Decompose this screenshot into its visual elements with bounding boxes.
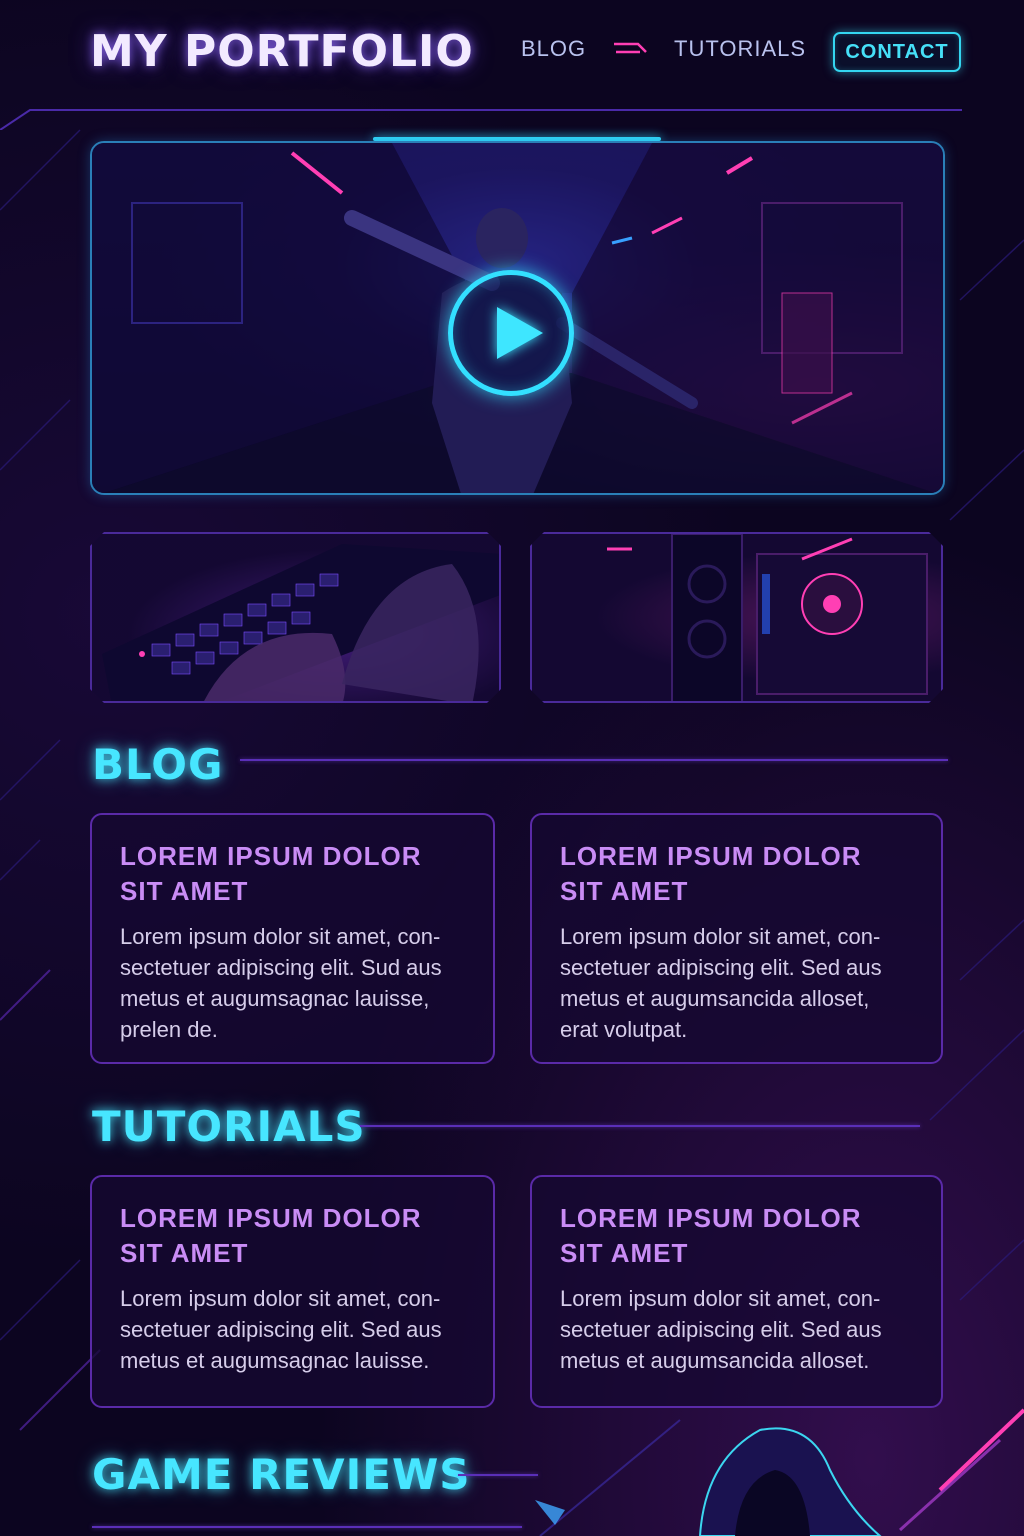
card-title[interactable]: LOREM IPSUM DOLOR SIT AMET xyxy=(560,1201,913,1271)
card-excerpt: Lorem ipsum dolor sit amet, con-sectetue… xyxy=(120,1286,442,1373)
section-title-tutorials: TUTORIALS xyxy=(92,1102,366,1151)
thumbnail-pc-tower[interactable] xyxy=(530,532,943,703)
hooded-figure-illustration xyxy=(535,1408,1024,1536)
keyboard-illustration xyxy=(92,534,501,703)
tutorials-divider xyxy=(360,1125,920,1127)
nav-link-blog[interactable]: BLOG xyxy=(521,36,586,62)
play-button[interactable] xyxy=(448,270,574,396)
blog-divider xyxy=(240,759,948,761)
pc-tower-illustration xyxy=(532,534,943,703)
contact-button[interactable]: CONTACT xyxy=(833,32,961,72)
tutorial-card[interactable]: LOREM IPSUM DOLOR SIT AMET Lorem ipsum d… xyxy=(90,1175,495,1408)
nav-link-tutorials[interactable]: TUTORIALS xyxy=(674,36,806,62)
tutorial-card[interactable]: LOREM IPSUM DOLOR SIT AMET Lorem ipsum d… xyxy=(530,1175,943,1408)
site-header: MY PORTFOLIO BLOG TUTORIALS CONTACT xyxy=(0,0,1024,130)
card-title[interactable]: LOREM IPSUM DOLOR SIT AMET xyxy=(560,839,913,909)
reviews-bottom-divider xyxy=(92,1526,522,1528)
thumbnail-keyboard[interactable] xyxy=(90,532,501,703)
card-excerpt: Lorem ipsum dolor sit amet, con-sectetue… xyxy=(560,924,882,1042)
card-title[interactable]: LOREM IPSUM DOLOR SIT AMET xyxy=(120,1201,465,1271)
play-icon xyxy=(497,307,543,359)
blog-card[interactable]: LOREM IPSUM DOLOR SIT AMET Lorem ipsum d… xyxy=(530,813,943,1064)
card-excerpt: Lorem ipsum dolor sit amet, con-sectetue… xyxy=(560,1286,882,1373)
section-title-blog: BLOG xyxy=(92,740,224,789)
card-excerpt: Lorem ipsum dolor sit amet, con-sectetue… xyxy=(120,924,442,1042)
site-logo[interactable]: MY PORTFOLIO xyxy=(90,26,474,77)
header-divider xyxy=(0,109,962,130)
blog-card[interactable]: LOREM IPSUM DOLOR SIT AMET Lorem ipsum d… xyxy=(90,813,495,1064)
arrow-right-icon xyxy=(614,42,647,54)
card-title[interactable]: LOREM IPSUM DOLOR SIT AMET xyxy=(120,839,465,909)
section-title-game-reviews: GAME REVIEWS xyxy=(92,1450,471,1499)
